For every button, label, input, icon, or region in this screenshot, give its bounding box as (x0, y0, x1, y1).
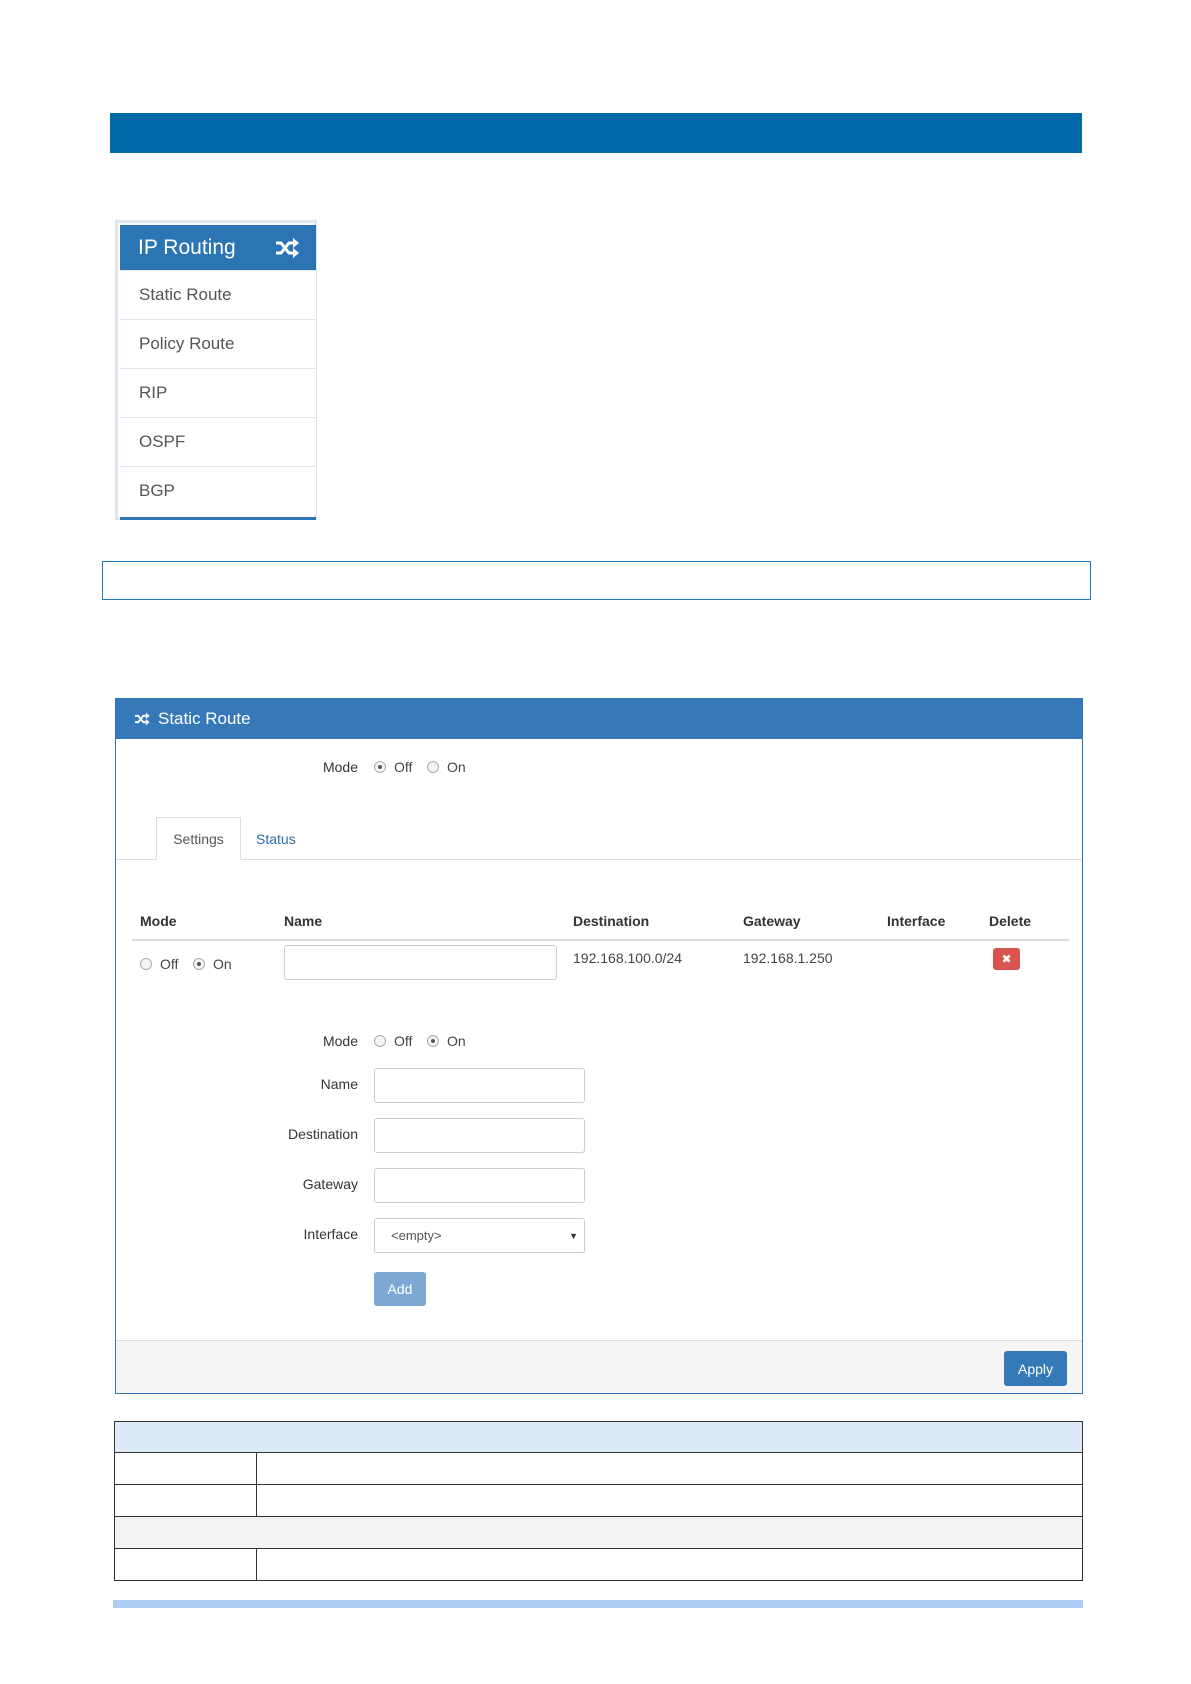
form-interface-label: Interface (303, 1226, 358, 1242)
table-subheader-row (114, 1517, 1083, 1549)
table-row (114, 1485, 1083, 1517)
parameter-table (114, 1421, 1083, 1581)
form-mode-on-radio[interactable] (427, 1035, 439, 1047)
mode-on-radio[interactable] (427, 761, 439, 773)
apply-button[interactable]: Apply (1004, 1351, 1067, 1386)
column-header-delete: Delete (989, 913, 1032, 929)
page-header-bar (110, 113, 1082, 153)
static-route-panel: Static Route Mode Off On Settings Status… (115, 698, 1083, 1394)
table-header-divider (132, 939, 1069, 941)
table-header-row (114, 1421, 1083, 1453)
row-mode-off-label: Off (160, 956, 179, 972)
mode-off-label: Off (394, 759, 413, 775)
column-header-name: Name (284, 913, 323, 929)
menu-item-bgp[interactable]: BGP (120, 466, 316, 515)
mode-on-label: On (447, 759, 466, 775)
form-gateway-input[interactable] (374, 1168, 585, 1203)
mode-label: Mode (322, 759, 358, 775)
form-destination-input[interactable] (374, 1118, 585, 1153)
interface-select-value: <empty> (391, 1228, 442, 1243)
mode-off-radio[interactable] (374, 761, 386, 773)
panel-title: Static Route (158, 709, 251, 728)
panel-footer: Apply (116, 1340, 1082, 1393)
row-name-input[interactable] (284, 945, 557, 980)
panel-header: Static Route (116, 699, 1082, 739)
column-header-gateway: Gateway (743, 913, 801, 929)
page-footer-strip (113, 1600, 1083, 1608)
form-name-input[interactable] (374, 1068, 585, 1103)
ip-routing-menu: IP Routing Static Route Policy Route RIP… (115, 220, 317, 520)
row-mode-on-radio[interactable] (193, 958, 205, 970)
menu-item-policy-route[interactable]: Policy Route (120, 319, 316, 368)
close-icon: ✖ (1001, 952, 1012, 966)
chevron-down-icon: ▼ (569, 1231, 578, 1241)
form-destination-label: Destination (287, 1126, 358, 1142)
shuffle-icon (276, 237, 299, 258)
form-mode-off-label: Off (394, 1033, 413, 1049)
tab-status[interactable]: Status (256, 817, 296, 860)
menu-item-rip[interactable]: RIP (120, 368, 316, 417)
form-mode-label: Mode (322, 1033, 358, 1049)
tab-settings[interactable]: Settings (156, 817, 241, 860)
menu-bottom-border (120, 517, 316, 520)
table-row (114, 1453, 1083, 1485)
menu-header[interactable]: IP Routing (120, 225, 316, 270)
column-header-destination: Destination (573, 913, 650, 929)
menu-item-ospf[interactable]: OSPF (120, 417, 316, 466)
form-interface-select[interactable]: <empty> ▼ (374, 1218, 585, 1253)
shuffle-icon (135, 712, 150, 726)
caption-box (102, 561, 1091, 600)
form-gateway-label: Gateway (302, 1176, 358, 1192)
add-button[interactable]: Add (374, 1272, 426, 1306)
form-mode-off-radio[interactable] (374, 1035, 386, 1047)
table-row (114, 1549, 1083, 1581)
menu-item-static-route[interactable]: Static Route (120, 270, 316, 319)
form-mode-on-label: On (447, 1033, 466, 1049)
column-header-interface: Interface (887, 913, 946, 929)
row-mode-off-radio[interactable] (140, 958, 152, 970)
column-header-mode: Mode (140, 913, 177, 929)
delete-button[interactable]: ✖ (993, 948, 1020, 970)
row-mode-on-label: On (213, 956, 232, 972)
row-destination: 192.168.100.0/24 (573, 950, 682, 966)
row-gateway: 192.168.1.250 (743, 950, 833, 966)
form-name-label: Name (320, 1076, 358, 1092)
menu-title: IP Routing (138, 235, 236, 259)
